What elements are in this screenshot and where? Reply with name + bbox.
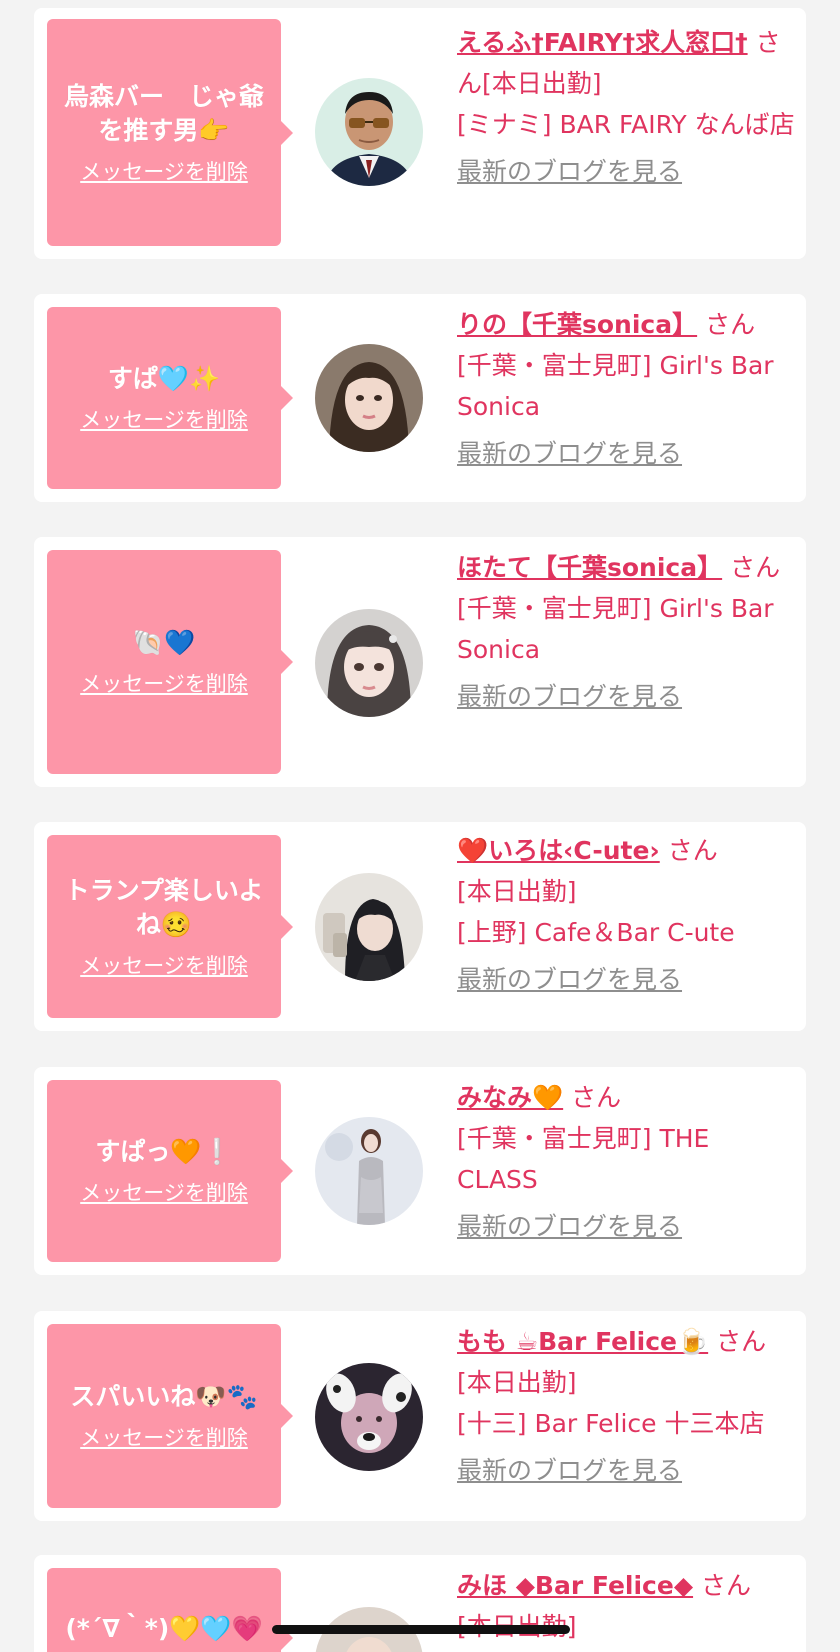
woman-selfie-avatar-icon[interactable] bbox=[315, 344, 423, 452]
delete-message-link[interactable]: メッセージを削除 bbox=[80, 668, 248, 698]
blog-link[interactable]: 最新のブログを見る bbox=[457, 1450, 682, 1491]
woman-white-dress-avatar-icon[interactable] bbox=[315, 1117, 423, 1225]
cast-info: ほたて【千葉sonica】 さん [千葉・富士見町] Girl's Bar So… bbox=[457, 547, 797, 717]
message-bubble: 烏森バー じゃ爺を推す男👉 メッセージを削除 bbox=[47, 19, 293, 246]
blog-link[interactable]: 最新のブログを見る bbox=[457, 1206, 682, 1247]
shop-text: [千葉・富士見町] Girl's Bar Sonica bbox=[457, 594, 774, 664]
message-text: すぱ🩵✨ bbox=[107, 364, 221, 393]
cast-name-link[interactable]: ほたて【千葉sonica】 bbox=[457, 553, 722, 582]
blog-link[interactable]: 最新のブログを見る bbox=[457, 151, 682, 192]
blog-link[interactable]: 最新のブログを見る bbox=[457, 433, 682, 474]
message-bubble: すぱっ🧡❕ メッセージを削除 bbox=[47, 1080, 293, 1262]
status-text: [本日出勤] bbox=[457, 1368, 577, 1397]
cast-name-link[interactable]: りの【千葉sonica】 bbox=[457, 310, 697, 339]
cast-name-link[interactable]: もも ☕Bar Felice🍺 bbox=[457, 1327, 708, 1356]
san-suffix: さん bbox=[705, 310, 756, 339]
message-card: 烏森バー じゃ爺を推す男👉 メッセージを削除 えるふ†FAIRY†求人窓口† さ… bbox=[34, 8, 806, 259]
blog-link[interactable]: 最新のブログを見る bbox=[457, 676, 682, 717]
message-card: トランプ楽しいよね🥴 メッセージを削除 ❤️いろは‹C-ute› さん [本日出… bbox=[34, 822, 806, 1031]
message-text: 🐚💙 bbox=[132, 628, 196, 657]
shop-text: [十三] Bar Felice 十三本店 bbox=[457, 1409, 765, 1438]
cast-name-link[interactable]: えるふ†FAIRY†求人窓口† bbox=[457, 28, 748, 57]
cast-name-link[interactable]: ❤️いろは‹C-ute› bbox=[457, 836, 660, 865]
shop-text: [千葉・富士見町] THE CLASS bbox=[457, 1124, 710, 1194]
san-suffix: さん bbox=[571, 1083, 622, 1112]
message-bubble: スパいいね🐶🐾 メッセージを削除 bbox=[47, 1324, 293, 1508]
san-suffix: さん bbox=[730, 553, 781, 582]
san-suffix: さん bbox=[667, 836, 718, 865]
shop-text: [千葉・富士見町] Girl's Bar Sonica bbox=[457, 351, 774, 421]
message-bubble: (*´∇｀*)💛🩵💗 bbox=[47, 1568, 293, 1652]
message-card: すぱっ🧡❕ メッセージを削除 みなみ🧡 さん [千葉・富士見町] THE CLA… bbox=[34, 1067, 806, 1275]
delete-message-link[interactable]: メッセージを削除 bbox=[80, 950, 248, 980]
message-bubble: 🐚💙 メッセージを削除 bbox=[47, 550, 293, 774]
cast-info: もも ☕Bar Felice🍺 さん [本日出勤] [十三] Bar Felice… bbox=[457, 1321, 797, 1491]
cast-name-link[interactable]: みなみ🧡 bbox=[457, 1083, 563, 1112]
message-text: (*´∇｀*)💛🩵💗 bbox=[65, 1614, 263, 1643]
status-text: [本日出勤] bbox=[482, 69, 602, 98]
message-text: すぱっ🧡❕ bbox=[95, 1137, 233, 1166]
cast-info: りの【千葉sonica】 さん [千葉・富士見町] Girl's Bar Son… bbox=[457, 304, 797, 474]
woman-portrait-avatar-icon[interactable] bbox=[315, 609, 423, 717]
shop-text: [上野] Cafe＆Bar C-ute bbox=[457, 918, 735, 947]
message-text: 烏森バー じゃ爺を推す男👉 bbox=[63, 81, 264, 145]
san-suffix: さん bbox=[701, 1571, 752, 1600]
delete-message-link[interactable]: メッセージを削除 bbox=[80, 1177, 248, 1207]
delete-message-link[interactable]: メッセージを削除 bbox=[80, 1422, 248, 1452]
dog-filter-avatar-icon[interactable] bbox=[315, 1363, 423, 1471]
status-text: [本日出勤] bbox=[457, 877, 577, 906]
mirror-selfie-avatar-icon[interactable] bbox=[315, 873, 423, 981]
blog-link[interactable]: 最新のブログを見る bbox=[457, 959, 682, 1000]
message-card: すぱ🩵✨ メッセージを削除 りの【千葉sonica】 さん [千葉・富士見町] … bbox=[34, 294, 806, 502]
message-card: (*´∇｀*)💛🩵💗 みほ ◆Bar Felice◆ さん [本日出勤] bbox=[34, 1555, 806, 1652]
message-card: スパいいね🐶🐾 メッセージを削除 もも ☕Bar Felice🍺 さん [本日出勤… bbox=[34, 1311, 806, 1521]
message-card: 🐚💙 メッセージを削除 ほたて【千葉sonica】 さん [千葉・富士見町] G… bbox=[34, 537, 806, 787]
message-bubble: すぱ🩵✨ メッセージを削除 bbox=[47, 307, 293, 489]
cast-info: みなみ🧡 さん [千葉・富士見町] THE CLASS 最新のブログを見る bbox=[457, 1077, 797, 1247]
cast-info: みほ ◆Bar Felice◆ さん [本日出勤] bbox=[457, 1565, 797, 1647]
message-bubble: トランプ楽しいよね🥴 メッセージを削除 bbox=[47, 835, 293, 1018]
home-indicator[interactable] bbox=[272, 1625, 570, 1634]
delete-message-link[interactable]: メッセージを削除 bbox=[80, 156, 248, 186]
cast-name-link[interactable]: みほ ◆Bar Felice◆ bbox=[457, 1571, 693, 1600]
message-text: スパいいね🐶🐾 bbox=[70, 1382, 258, 1411]
man-in-suit-avatar-icon[interactable] bbox=[315, 78, 423, 186]
cast-info: えるふ†FAIRY†求人窓口† さん[本日出勤] [ミナミ] BAR FAIRY… bbox=[457, 22, 797, 192]
cast-info: ❤️いろは‹C-ute› さん [本日出勤] [上野] Cafe＆Bar C-u… bbox=[457, 830, 797, 1000]
message-text: トランプ楽しいよね🥴 bbox=[64, 875, 264, 939]
delete-message-link[interactable]: メッセージを削除 bbox=[80, 404, 248, 434]
shop-text: [ミナミ] BAR FAIRY なんば店 bbox=[457, 110, 795, 139]
message-list: 烏森バー じゃ爺を推す男👉 メッセージを削除 えるふ†FAIRY†求人窓口† さ… bbox=[0, 0, 840, 1652]
san-suffix: さん bbox=[716, 1327, 767, 1356]
